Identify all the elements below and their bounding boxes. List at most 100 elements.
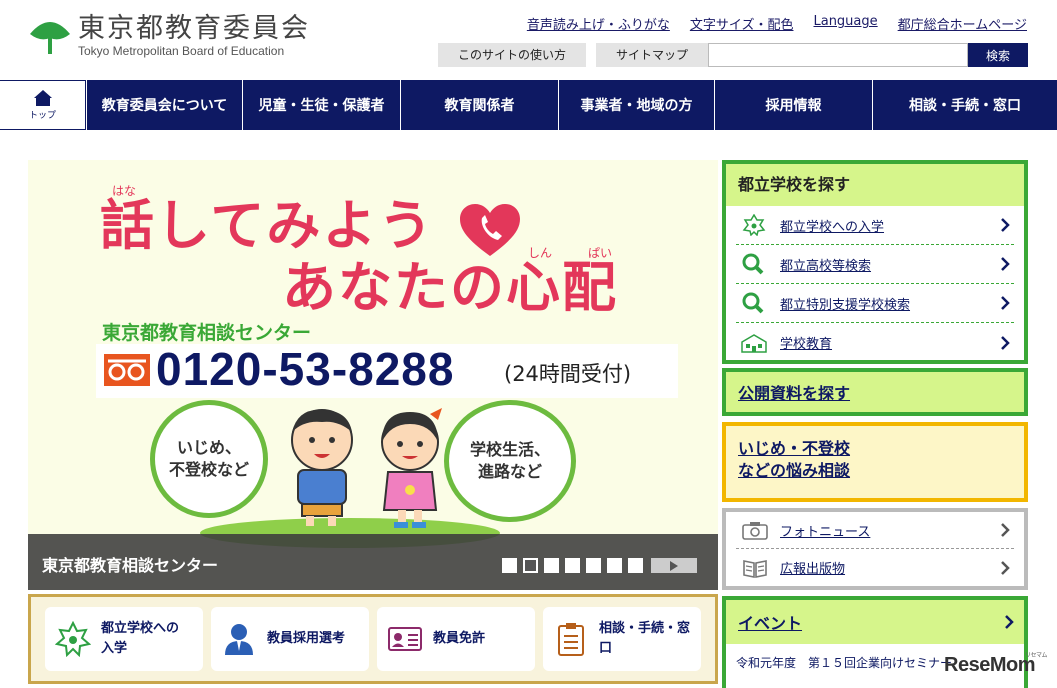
bubble-left: いじめ、 不登校など <box>150 400 268 518</box>
site-logo[interactable]: 東京都教育委員会 Tokyo Metropolitan Board of Edu… <box>28 14 310 58</box>
slide-dot[interactable] <box>565 558 580 573</box>
resemom-watermark-sub: リセマム <box>1024 653 1048 659</box>
search-input[interactable] <box>708 43 968 67</box>
hero-headline-2: あなたの心配 <box>282 256 618 319</box>
nav-business-community[interactable]: 事業者・地域の方 <box>558 80 714 130</box>
nav-about-board[interactable]: 教育委員会について <box>86 80 242 130</box>
photo-news-link[interactable]: フォトニュース <box>780 521 1000 540</box>
bullying-consult-line1[interactable]: いじめ・不登校 <box>738 438 1012 460</box>
slide-dot[interactable] <box>628 558 643 573</box>
logo-title-jp: 東京都教育委員会 <box>78 13 310 44</box>
resemom-watermark: ReseMom リセマム <box>944 653 1047 677</box>
quick-consultation-label: 相談・手続・窓口 <box>599 621 691 656</box>
hero-headline-1: 話してみよう <box>100 194 435 257</box>
slide-dot[interactable] <box>544 558 559 573</box>
hero-caption-bar: 東京都教育相談センター <box>28 534 718 590</box>
photo-news-item[interactable]: フォトニュース <box>736 512 1014 549</box>
school-admission-link[interactable]: 都立学校への入学 <box>780 216 1000 235</box>
chevron-right-icon <box>1001 296 1010 310</box>
public-docs-panel[interactable]: 公開資料を探す <box>722 368 1028 416</box>
home-icon <box>33 90 52 106</box>
event-header[interactable]: イベント <box>726 600 1024 644</box>
quick-teacher-license-label: 教員免許 <box>433 631 486 646</box>
find-school-title: 都立学校を探す <box>726 164 1024 206</box>
phone-box: 0120-53-8288 (24時間受付) <box>96 343 678 398</box>
school-emblem-icon <box>55 621 91 657</box>
high-school-search-item[interactable]: 都立高校等検索 <box>736 245 1014 284</box>
hotline-number: 0120-53-8288 <box>156 343 455 395</box>
hero-slider[interactable]: はな 話してみよう しん ぱい あなたの心配 東京都教育相談センター 0120-… <box>28 160 718 590</box>
ginkgo-logo-icon <box>30 22 70 54</box>
chevron-right-icon <box>1001 335 1010 350</box>
magnifier-icon <box>742 292 764 314</box>
slide-next-button[interactable] <box>651 558 697 573</box>
quick-teacher-recruit-label: 教員採用選考 <box>267 631 346 646</box>
freedial-icon <box>104 354 150 386</box>
hero-caption: 東京都教育相談センター <box>42 556 219 575</box>
text-size-link[interactable]: 文字サイズ・配色 <box>690 14 794 33</box>
chevron-right-icon <box>1001 523 1010 537</box>
slide-dot-active[interactable] <box>523 558 538 573</box>
chevron-right-icon <box>1005 615 1014 629</box>
nav-home-label: トップ <box>28 111 56 121</box>
quick-school-admission[interactable]: 都立学校への 入学 <box>45 607 203 671</box>
event-title-link[interactable]: イベント <box>738 610 1004 634</box>
play-icon <box>670 560 678 571</box>
quick-school-admission-label: 都立学校への 入学 <box>101 621 180 656</box>
school-education-link[interactable]: 学校教育 <box>780 333 1000 352</box>
publications-item[interactable]: 広報出版物 <box>736 549 1014 586</box>
read-aloud-link[interactable]: 音声読み上げ・ふりがな <box>527 14 670 33</box>
bullying-consult-line2[interactable]: などの悩み相談 <box>738 460 1012 482</box>
resemom-watermark-text: ReseMom <box>944 654 1035 676</box>
quick-links: 都立学校への 入学 教員採用選考 教員免許 相談・手続・窓口 <box>28 594 718 684</box>
search-button[interactable]: 検索 <box>968 43 1028 67</box>
hero-center-name: 東京都教育相談センター <box>102 322 312 344</box>
school-education-item[interactable]: 学校教育 <box>736 323 1014 362</box>
bullying-consult-panel[interactable]: いじめ・不登校 などの悩み相談 <box>722 422 1028 502</box>
clipboard-icon <box>558 623 584 656</box>
utility-links: 音声読み上げ・ふりがな 文字サイズ・配色 Language 都庁総合ホームページ <box>527 14 1027 33</box>
nav-educators[interactable]: 教育関係者 <box>400 80 558 130</box>
site-usage-button[interactable]: このサイトの使い方 <box>438 43 587 67</box>
magnifier-icon <box>742 253 764 275</box>
boy-illustration <box>291 409 353 532</box>
quick-teacher-recruit[interactable]: 教員採用選考 <box>211 607 369 671</box>
slide-dot[interactable] <box>607 558 622 573</box>
tokyo-gov-link[interactable]: 都庁総合ホームページ <box>898 14 1027 33</box>
public-docs-link[interactable]: 公開資料を探す <box>738 380 850 404</box>
hotline-hours: (24時間受付) <box>504 362 632 386</box>
global-nav: トップ 教育委員会について 児童・生徒・保護者 教育関係者 事業者・地域の方 採… <box>0 80 1057 130</box>
nav-consultation[interactable]: 相談・手続・窓口 <box>872 80 1057 130</box>
nav-students-parents[interactable]: 児童・生徒・保護者 <box>242 80 400 130</box>
slide-dot[interactable] <box>586 558 601 573</box>
news-panel: フォトニュース 広報出版物 <box>722 508 1028 590</box>
license-card-icon <box>388 627 422 651</box>
chevron-right-icon <box>1001 560 1010 575</box>
search-form: 検索 <box>708 43 1028 67</box>
language-link[interactable]: Language <box>813 14 877 33</box>
nav-home[interactable]: トップ <box>0 80 86 130</box>
heart-phone-icon <box>460 204 520 256</box>
chevron-right-icon <box>1001 257 1010 271</box>
sitemap-button[interactable]: サイトマップ <box>596 43 709 67</box>
quick-teacher-license[interactable]: 教員免許 <box>377 607 535 671</box>
special-school-search-item[interactable]: 都立特別支援学校検索 <box>736 284 1014 323</box>
open-book-icon <box>743 559 767 578</box>
school-admission-item[interactable]: 都立学校への入学 <box>736 206 1014 245</box>
sub-buttons: このサイトの使い方 サイトマップ <box>438 43 709 67</box>
school-building-icon <box>741 333 767 353</box>
high-school-search-link[interactable]: 都立高校等検索 <box>780 255 1000 274</box>
logo-title-en: Tokyo Metropolitan Board of Education <box>78 44 285 58</box>
nav-recruitment[interactable]: 採用情報 <box>714 80 872 130</box>
school-emblem-icon <box>742 214 766 236</box>
quick-consultation[interactable]: 相談・手続・窓口 <box>543 607 701 671</box>
girl-illustration <box>381 408 442 528</box>
publications-link[interactable]: 広報出版物 <box>780 558 1000 577</box>
slide-indicators <box>502 558 697 573</box>
bubble-right: 学校生活、 進路など <box>444 400 576 522</box>
teacher-icon <box>225 624 253 655</box>
special-school-search-link[interactable]: 都立特別支援学校検索 <box>780 294 1000 313</box>
camera-icon <box>742 522 768 540</box>
slide-dot[interactable] <box>502 558 517 573</box>
chevron-right-icon <box>1001 218 1010 232</box>
